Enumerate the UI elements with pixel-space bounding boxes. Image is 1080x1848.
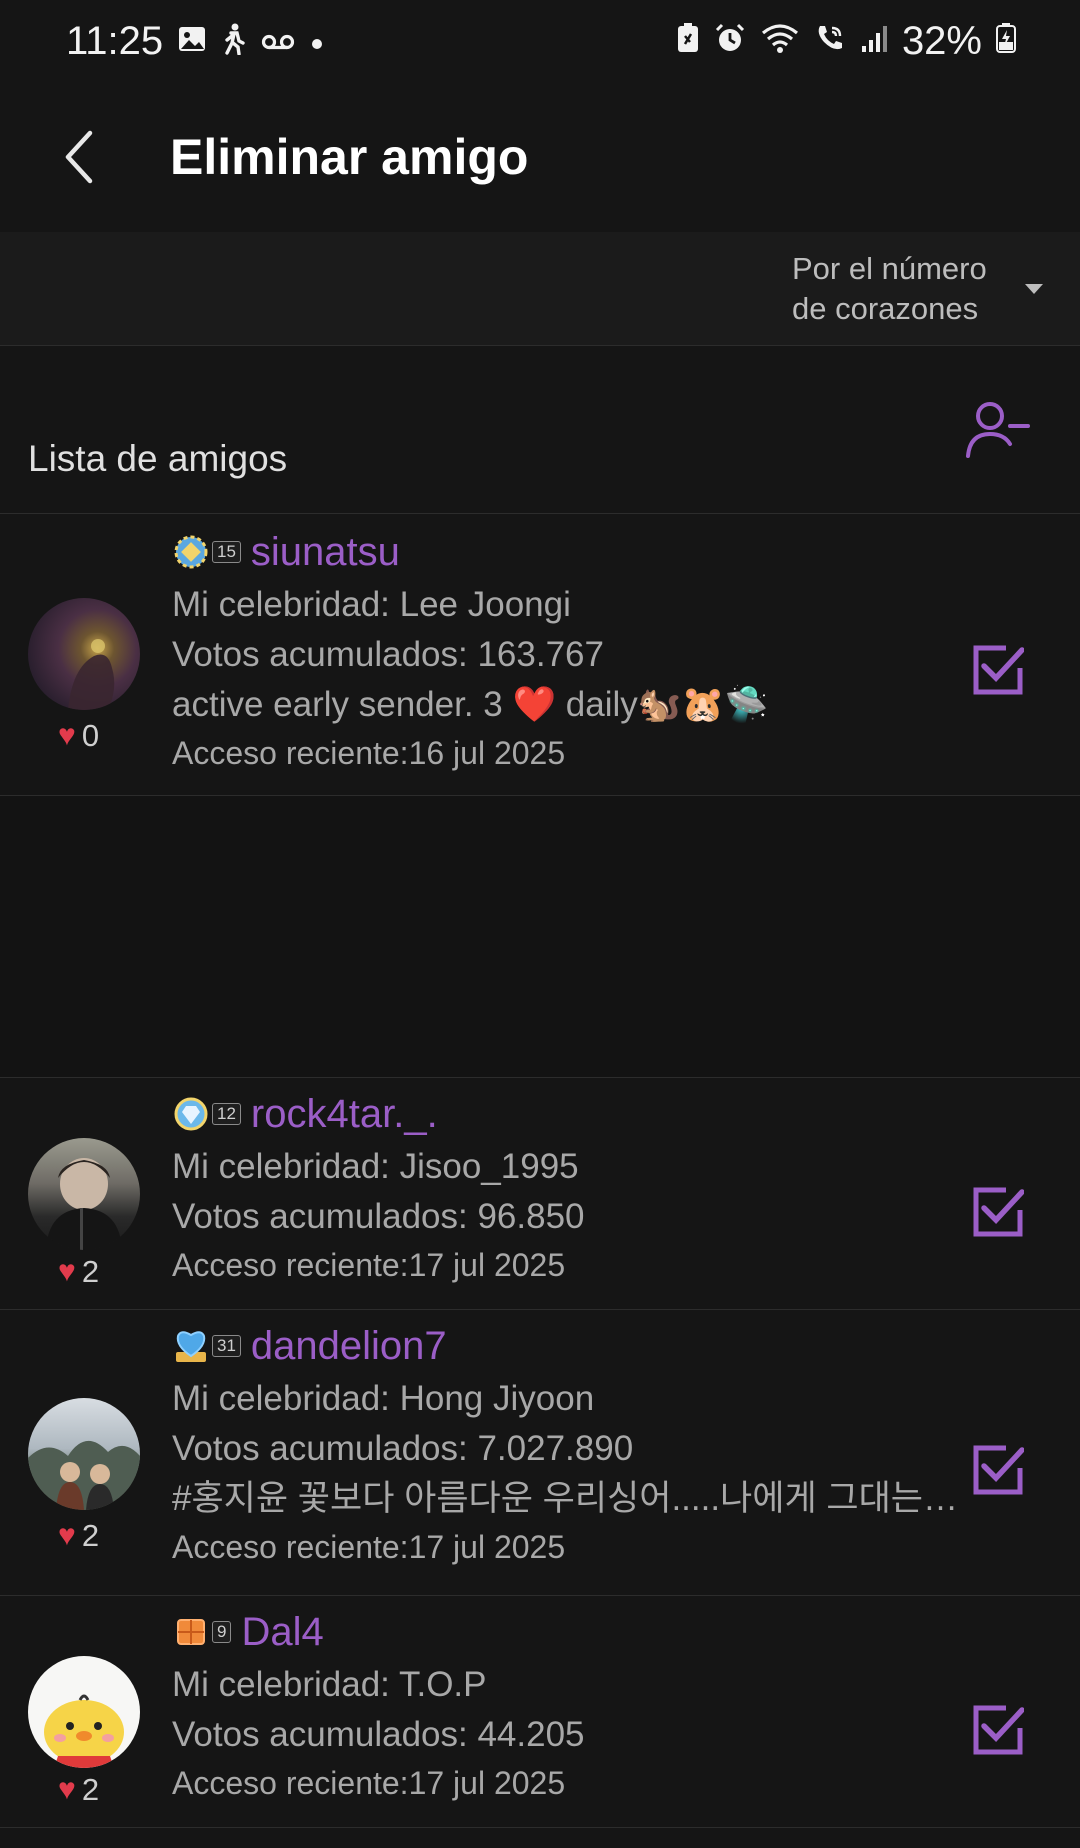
friend-info: 9 Dal4 Mi celebridad: T.O.P Votos acumul…: [172, 1604, 962, 1806]
checked-checkbox-icon[interactable]: [972, 1704, 1024, 1756]
last-access: Acceso reciente:17 jul 2025: [172, 1247, 566, 1283]
level-badge: 31: [172, 1326, 241, 1366]
level-number: 9: [212, 1621, 232, 1643]
heart-count: ♥ 2: [58, 1254, 99, 1290]
voicemail-icon: [261, 25, 295, 57]
level-number: 31: [212, 1335, 241, 1357]
app-header: Eliminar amigo: [0, 82, 1080, 232]
name-line: 12 rock4tar._.: [172, 1086, 962, 1142]
username[interactable]: Dal4: [241, 1610, 323, 1655]
friend-list-header: Lista de amigos: [0, 346, 1080, 514]
chevron-left-icon: [65, 130, 93, 184]
avatar[interactable]: [28, 598, 140, 710]
friend-list-title: Lista de amigos: [28, 438, 288, 479]
votes-line: Votos acumulados: 7.027.890: [172, 1429, 634, 1468]
wifi-icon: [760, 19, 800, 64]
last-access: Acceso reciente:17 jul 2025: [172, 1529, 566, 1565]
celebrity-line: Mi celebridad: Jisoo_1995: [172, 1147, 579, 1186]
alarm-icon: [714, 19, 746, 64]
friend-row[interactable]: ♥ 2 9 Dal4 Mi celebridad: T.O.P Votos ac…: [0, 1596, 1080, 1828]
heart-count-value: 2: [81, 1254, 100, 1289]
name-line: 9 Dal4: [172, 1604, 962, 1660]
image-icon: [177, 24, 207, 59]
heart-icon: ♥: [58, 1773, 76, 1806]
friend-info: 31 dandelion7 Mi celebridad: Hong Jiyoon…: [172, 1318, 962, 1570]
heart-count-value: 2: [81, 1518, 100, 1553]
gem-badge-icon: [177, 1619, 205, 1645]
checked-checkbox-icon[interactable]: [972, 1444, 1024, 1496]
battery-charging-icon: [996, 19, 1016, 64]
page-title: Eliminar amigo: [170, 129, 529, 185]
username[interactable]: rock4tar._.: [251, 1092, 438, 1137]
status-time: 11:25: [66, 18, 164, 63]
celebrity-line: Mi celebridad: T.O.P: [172, 1665, 487, 1704]
sort-label: Por el número de corazones: [792, 250, 987, 326]
signal-icon: [860, 19, 888, 64]
heart-count: ♥ 2: [58, 1518, 99, 1554]
status-bar: 11:25 32%: [0, 0, 1080, 82]
friend-info: 15 siunatsu Mi celebridad: Lee Joongi Vo…: [172, 524, 962, 776]
heart-badge-icon: [176, 1331, 206, 1362]
last-access: Acceso reciente:16 jul 2025: [172, 735, 566, 771]
celebrity-line: Mi celebridad: Hong Jiyoon: [172, 1379, 595, 1418]
caret-down-icon: [1025, 283, 1043, 294]
username[interactable]: siunatsu: [251, 530, 400, 575]
walk-icon: [221, 23, 247, 60]
heart-count: ♥ 2: [58, 1772, 99, 1808]
dot-icon: [309, 25, 325, 57]
back-button[interactable]: [30, 107, 130, 207]
celebrity-line: Mi celebridad: Lee Joongi: [172, 585, 571, 624]
friend-info: 12 rock4tar._. Mi celebridad: Jisoo_1995…: [172, 1086, 962, 1288]
status-right: 32%: [676, 19, 1016, 64]
status-left: 11:25: [66, 19, 325, 64]
avatar[interactable]: [28, 1398, 140, 1510]
friend-row[interactable]: ♥ 0 15 siunatsu Mi celebridad: Lee Joong…: [0, 514, 1080, 796]
level-number: 15: [212, 541, 241, 563]
name-line: 15 siunatsu: [172, 524, 962, 580]
checked-checkbox-icon[interactable]: [972, 644, 1024, 696]
friend-row[interactable]: ♥ 2 12 rock4tar._. Mi celebridad: Jisoo_…: [0, 1078, 1080, 1310]
friend-row[interactable]: ♥ 2 31 dandelion7 Mi celebridad: Hong Ji…: [0, 1310, 1080, 1596]
remove-person-icon: [966, 402, 1030, 458]
heart-count-value: 2: [81, 1772, 100, 1807]
loading-placeholder-row: [0, 796, 1080, 1078]
heart-icon: ♥: [58, 1519, 76, 1552]
last-access: Acceso reciente:17 jul 2025: [172, 1765, 566, 1801]
status-text: #홍지윤 꽃보다 아름다운 우리싱어.....나에게 그대는 …: [172, 1479, 962, 1518]
votes-line: Votos acumulados: 163.767: [172, 635, 604, 674]
heart-count: ♥ 0: [58, 718, 99, 754]
username[interactable]: dandelion7: [251, 1324, 447, 1369]
heart-icon: ♥: [58, 719, 76, 752]
sort-bar: Por el número de corazones: [0, 232, 1080, 346]
wifi-call-icon: [814, 19, 846, 64]
battery-saver-icon: [676, 19, 700, 64]
level-badge: 15: [172, 532, 241, 572]
level-number: 12: [212, 1103, 241, 1125]
medal-badge-icon: [174, 535, 208, 569]
votes-line: Votos acumulados: 44.205: [172, 1715, 585, 1754]
medal-badge-icon: [174, 1097, 208, 1131]
battery-percent: 32%: [901, 18, 982, 63]
votes-line: Votos acumulados: 96.850: [172, 1197, 585, 1236]
level-badge: 12: [172, 1094, 241, 1134]
avatar[interactable]: [28, 1656, 140, 1768]
avatar[interactable]: [28, 1138, 140, 1250]
heart-count-value: 0: [81, 718, 100, 753]
status-text: active early sender. 3 ❤️ daily🐿️🐹🛸: [172, 685, 769, 724]
checked-checkbox-icon[interactable]: [972, 1186, 1024, 1238]
name-line: 31 dandelion7: [172, 1318, 962, 1374]
remove-friend-button[interactable]: [966, 398, 1030, 462]
level-badge: 9: [172, 1612, 232, 1652]
sort-dropdown[interactable]: Por el número de corazones: [792, 249, 1044, 329]
heart-icon: ♥: [58, 1255, 76, 1288]
